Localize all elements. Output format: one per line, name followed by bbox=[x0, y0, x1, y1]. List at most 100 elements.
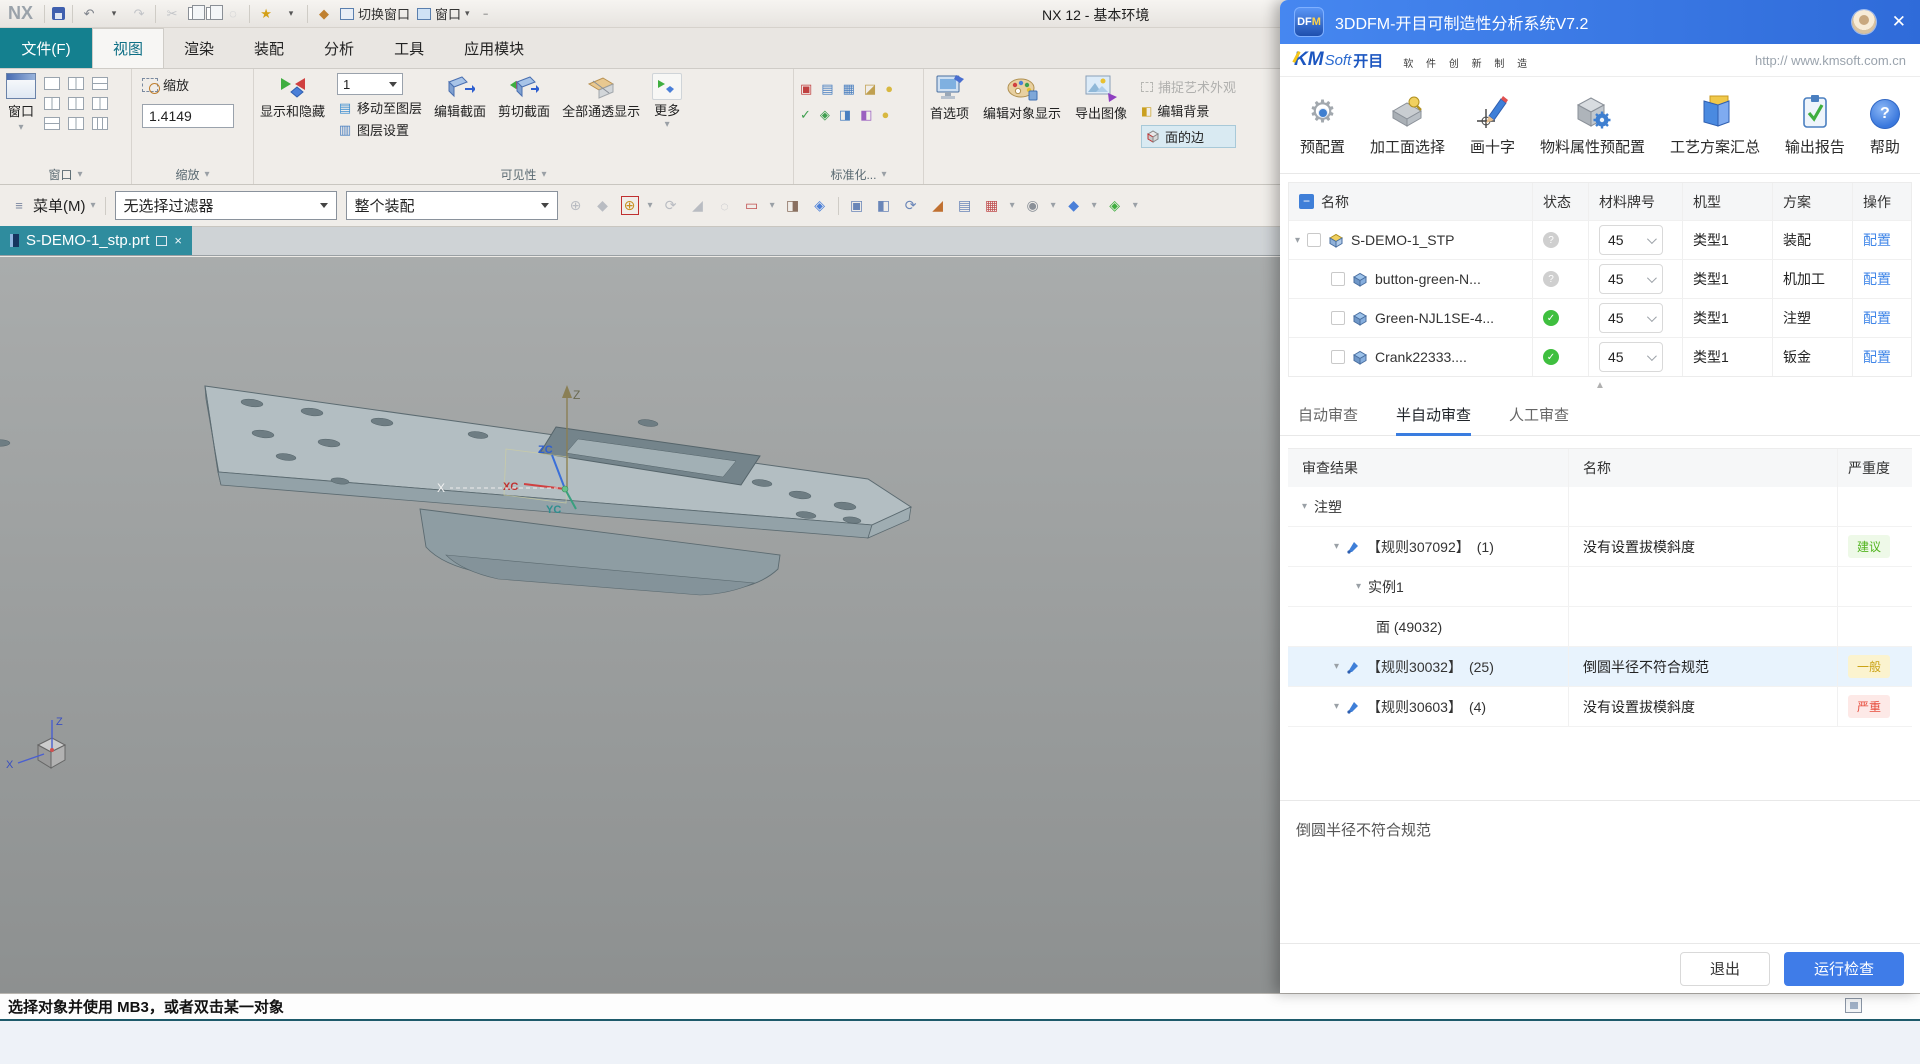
result-row[interactable]: ▾ 【规则30603】 (4) 没有设置拔模斜度 严重 bbox=[1288, 687, 1912, 727]
cut-icon[interactable]: ✂ bbox=[163, 6, 181, 22]
active-snap-icon[interactable]: ⊕ bbox=[621, 196, 639, 215]
move-object-icon[interactable]: ▣ bbox=[800, 81, 812, 97]
tab-render[interactable]: 渲染 bbox=[164, 28, 234, 68]
shaded-view-icon[interactable]: ◆ bbox=[1065, 197, 1083, 214]
redo-button[interactable]: ↷ bbox=[130, 6, 148, 22]
orient-view-icon[interactable]: ◨ bbox=[784, 197, 802, 214]
parts-stack2-icon[interactable]: ● bbox=[882, 107, 890, 123]
menu-button[interactable]: ≡ 菜单(M) ▾ bbox=[10, 195, 96, 216]
result-row[interactable]: 面 (49032) bbox=[1288, 607, 1912, 647]
expand-caret-icon[interactable]: ▾ bbox=[1334, 701, 1339, 712]
row-checkbox[interactable] bbox=[1331, 350, 1345, 364]
selbox-caret-icon[interactable]: ▾ bbox=[770, 200, 775, 211]
material-select[interactable]: 45 bbox=[1599, 225, 1663, 255]
tab-semi-auto-review[interactable]: 半自动审查 bbox=[1396, 394, 1471, 435]
configure-link[interactable]: 配置 bbox=[1863, 230, 1891, 250]
verify-icon[interactable]: ◈ bbox=[820, 107, 830, 123]
result-row[interactable]: ▾ 【规则307092】 (1) 没有设置拔模斜度 建议 bbox=[1288, 527, 1912, 567]
machining-face-button[interactable]: 加工面选择 bbox=[1370, 93, 1445, 157]
layer-select[interactable]: 1 bbox=[337, 73, 403, 95]
row-checkbox[interactable] bbox=[1331, 311, 1345, 325]
tab-view[interactable]: 视图 bbox=[92, 28, 164, 68]
tab-manual-review[interactable]: 人工审查 bbox=[1509, 394, 1569, 435]
run-check-button[interactable]: 运行检查 bbox=[1784, 952, 1904, 986]
edit-section-button[interactable]: 编辑截面 bbox=[434, 73, 486, 165]
snap-point-icon[interactable]: ⊕ bbox=[567, 197, 585, 214]
undo-button[interactable]: ↶ bbox=[80, 6, 98, 22]
shaded-cube-icon[interactable]: ◈ bbox=[811, 197, 829, 214]
zoom-group-label[interactable]: 缩放 ▾ bbox=[132, 165, 253, 184]
finder-caret-icon[interactable]: ▾ bbox=[282, 8, 300, 19]
collapse-table-button[interactable]: ▲ bbox=[1280, 377, 1920, 394]
pan-icon[interactable]: ◧ bbox=[875, 197, 893, 214]
export-image-button[interactable]: 导出图像 bbox=[1075, 73, 1127, 165]
select-all-checkbox[interactable]: − bbox=[1299, 194, 1314, 209]
perspective-icon[interactable]: ◢ bbox=[929, 197, 947, 214]
annotate-icon[interactable]: ◧ bbox=[860, 107, 872, 123]
screen-capture-icon[interactable] bbox=[1845, 998, 1862, 1013]
layout-4pane-icon[interactable] bbox=[68, 97, 84, 110]
tab-auto-review[interactable]: 自动审查 bbox=[1298, 394, 1358, 435]
tag-icon[interactable]: ◪ bbox=[864, 81, 876, 97]
expand-caret-icon[interactable]: ▾ bbox=[1302, 501, 1307, 512]
constraint-icon[interactable]: ◢ bbox=[689, 197, 707, 214]
face-edges-button[interactable]: 面的边 bbox=[1141, 125, 1236, 148]
part-row[interactable]: Crank22333.... ✓ 45 类型1 钣金 配置 bbox=[1289, 337, 1911, 376]
move-to-layer-button[interactable]: ▤ 移动至图层 bbox=[337, 98, 422, 117]
preferences-button[interactable]: 首选项 bbox=[930, 73, 969, 165]
expand-caret-icon[interactable]: ▾ bbox=[1334, 661, 1339, 672]
help-button[interactable]: ? 帮助 bbox=[1870, 93, 1900, 157]
measure-icon[interactable]: ◨ bbox=[839, 107, 851, 123]
circle-snap-icon[interactable]: ◌ bbox=[716, 198, 734, 214]
layout-top-icon[interactable] bbox=[44, 117, 60, 130]
layout-9pane-icon[interactable] bbox=[92, 117, 108, 130]
selection-scope-combo[interactable]: 整个装配 bbox=[346, 191, 558, 220]
layout-left-icon[interactable] bbox=[44, 97, 60, 110]
fit-caret-icon[interactable]: ▾ bbox=[1010, 200, 1015, 211]
parts-stack-icon[interactable]: ● bbox=[885, 81, 893, 97]
selection-filter-combo[interactable]: 无选择过滤器 bbox=[115, 191, 337, 220]
zoom-button[interactable]: 缩放 bbox=[138, 73, 247, 96]
expand-caret-icon[interactable]: ▾ bbox=[1356, 581, 1361, 592]
clip-section-button[interactable]: 剪切截面 bbox=[498, 73, 550, 165]
window-menu-button[interactable]: 窗口 ▾ bbox=[417, 4, 470, 23]
show-through-button[interactable]: 全部通透显示 bbox=[562, 73, 640, 165]
update-display-icon[interactable]: ▤ bbox=[956, 197, 974, 214]
window-group-label[interactable]: 窗口 ▾ bbox=[0, 165, 131, 184]
layout-grid-icon[interactable] bbox=[92, 97, 108, 110]
draw-cross-button[interactable]: 画十字 bbox=[1470, 93, 1515, 157]
touch-snap-icon[interactable]: ◆ bbox=[594, 197, 612, 214]
result-row[interactable]: ▾ 实例1 bbox=[1288, 567, 1912, 607]
part-row[interactable]: button-green-N... ? 45 类型1 机加工 配置 bbox=[1289, 259, 1911, 298]
restore-window-icon[interactable] bbox=[156, 236, 167, 246]
part-row[interactable]: Green-NJL1SE-4... ✓ 45 类型1 注塑 配置 bbox=[1289, 298, 1911, 337]
copy-icon[interactable] bbox=[188, 7, 199, 20]
tab-assembly[interactable]: 装配 bbox=[234, 28, 304, 68]
layout-single-icon[interactable] bbox=[44, 77, 60, 90]
row-checkbox[interactable] bbox=[1331, 272, 1345, 286]
close-part-icon[interactable]: × bbox=[174, 233, 182, 248]
expand-caret-icon[interactable]: ▾ bbox=[1334, 541, 1339, 552]
render-style-icon[interactable]: ◉ bbox=[1024, 197, 1042, 214]
user-avatar[interactable] bbox=[1852, 10, 1876, 34]
more-button[interactable]: 更多 ▾ bbox=[652, 73, 682, 165]
zoom-window-icon[interactable]: ▣ bbox=[848, 197, 866, 214]
save-icon[interactable] bbox=[52, 7, 65, 20]
preconfig-button[interactable]: ⚙ 预配置 bbox=[1300, 93, 1345, 157]
array-icon[interactable]: ▦ bbox=[843, 81, 855, 97]
show-hide-button[interactable]: 显示和隐藏 bbox=[260, 73, 325, 165]
layout-2row-icon[interactable] bbox=[92, 77, 108, 90]
shaded-caret-icon[interactable]: ▾ bbox=[1092, 200, 1097, 211]
part-tab[interactable]: S-DEMO-1_stp.prt × bbox=[0, 226, 192, 255]
style-caret-icon[interactable]: ▾ bbox=[1051, 200, 1056, 211]
paste-icon[interactable] bbox=[206, 7, 217, 20]
tab-application[interactable]: 应用模块 bbox=[444, 28, 544, 68]
command-finder-icon[interactable]: ★ bbox=[257, 6, 275, 22]
material-select[interactable]: 45 bbox=[1599, 303, 1663, 333]
capture-art-button[interactable]: 捕捉艺术外观 bbox=[1141, 77, 1236, 96]
visibility-toggle-icon[interactable]: ◈ bbox=[1106, 197, 1124, 214]
snap-caret-icon[interactable]: ▾ bbox=[648, 200, 653, 211]
rotate-view-icon[interactable]: ⟳ bbox=[902, 197, 920, 214]
output-report-button[interactable]: 输出报告 bbox=[1785, 93, 1845, 157]
configure-link[interactable]: 配置 bbox=[1863, 269, 1891, 289]
